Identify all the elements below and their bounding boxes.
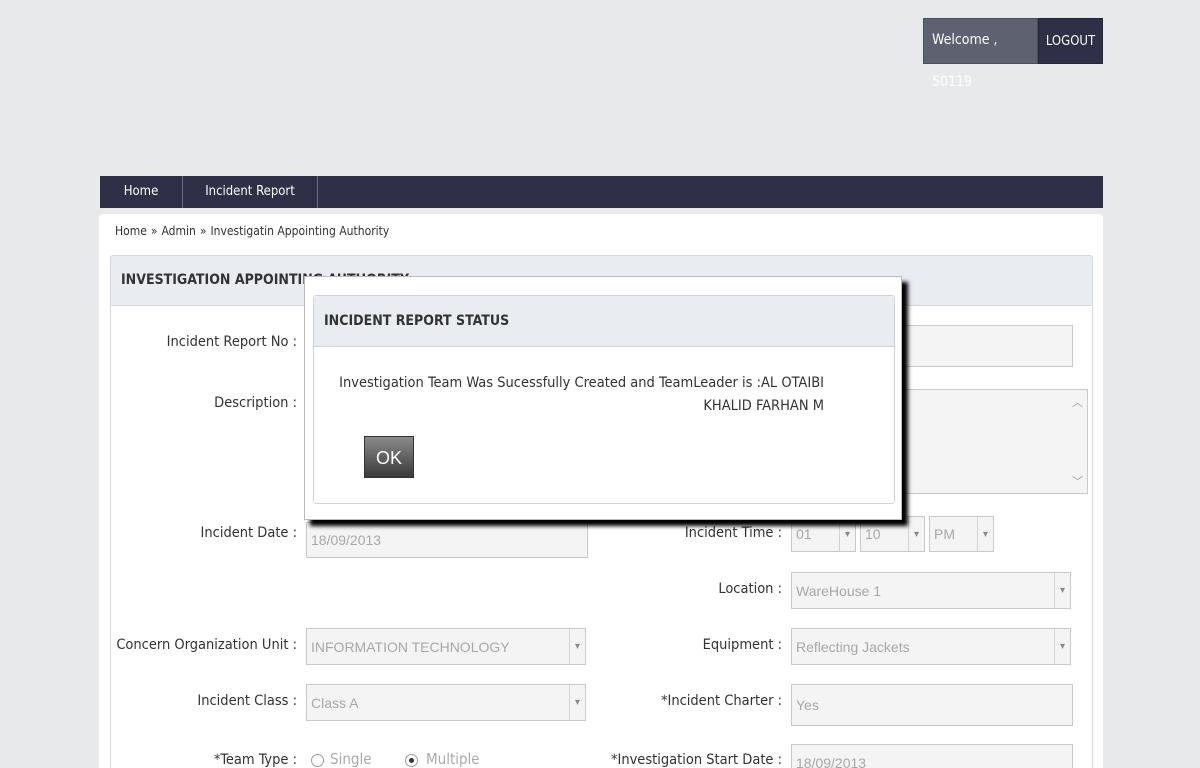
nav-incident-report[interactable]: Incident Report — [183, 176, 318, 208]
main-nav: Home Incident Report — [100, 176, 1103, 208]
user-bar: Welcome , 50119 LOGOUT — [923, 18, 1103, 90]
breadcrumb-separator: » — [150, 224, 158, 238]
incident-time-label: Incident Time : — [684, 525, 782, 541]
team-type-label: *Team Type : — [213, 752, 297, 768]
incident-class-value: Class A — [311, 694, 359, 711]
status-message-line-1: Investigation Team Was Sucessfully Creat… — [339, 375, 824, 391]
org-unit-select[interactable]: INFORMATION TECHNOLOGY ▾ — [306, 628, 586, 665]
chevron-down-icon: ▾ — [908, 517, 924, 551]
org-unit-value: INFORMATION TECHNOLOGY — [311, 638, 510, 655]
incident-minute-value: 10 — [865, 526, 881, 542]
ok-button[interactable]: OK — [364, 436, 414, 478]
chevron-down-icon: ▾ — [977, 517, 993, 551]
breadcrumb-separator: » — [199, 224, 207, 238]
status-message-line-2: KHALID FARHAN M — [703, 398, 824, 414]
investigation-start-label: *Investigation Start Date : — [610, 752, 782, 768]
location-select[interactable]: WareHouse 1 ▾ — [791, 572, 1071, 609]
incident-hour-value: 01 — [796, 526, 812, 542]
nav-home[interactable]: Home — [100, 176, 183, 208]
incident-ampm-value: PM — [934, 526, 955, 542]
incident-charter-field[interactable]: Yes — [791, 684, 1073, 726]
status-dialog-panel: INCIDENT REPORT STATUS Investigation Tea… — [313, 295, 895, 504]
breadcrumb-current: Investigatin Appointing Authority — [210, 224, 390, 238]
equipment-select[interactable]: Reflecting Jackets ▾ — [791, 628, 1071, 665]
chevron-down-icon: ▾ — [1054, 573, 1070, 608]
breadcrumb-home[interactable]: Home — [115, 224, 147, 238]
team-type-multiple-label: Multiple — [426, 750, 480, 768]
investigation-start-field[interactable]: 18/09/2013 — [791, 744, 1073, 768]
breadcrumb: Home» Admin» Investigatin Appointing Autho… — [115, 224, 389, 238]
breadcrumb-admin[interactable]: Admin — [162, 224, 196, 238]
incident-class-label: Incident Class : — [197, 693, 297, 709]
incident-charter-value: Yes — [796, 697, 819, 713]
team-type-single-label: Single — [330, 750, 372, 768]
incident-date-label: Incident Date : — [200, 525, 297, 541]
status-dialog: INCIDENT REPORT STATUS Investigation Tea… — [304, 276, 902, 520]
chevron-down-icon: ▾ — [1054, 629, 1070, 664]
incident-date-field[interactable]: 18/09/2013 — [306, 522, 588, 558]
logout-button[interactable]: LOGOUT — [1038, 18, 1103, 64]
location-value: WareHouse 1 — [796, 582, 882, 599]
investigation-start-value: 18/09/2013 — [796, 755, 867, 768]
incident-charter-label: *Incident Charter : — [660, 693, 782, 709]
equipment-label: Equipment : — [702, 637, 782, 653]
status-dialog-title: INCIDENT REPORT STATUS — [324, 313, 510, 329]
scroll-up-icon[interactable]: ︿ — [1072, 394, 1083, 410]
incident-minute-select[interactable]: 10 ▾ — [860, 516, 925, 552]
description-label: Description : — [214, 395, 297, 411]
welcome-text: Welcome , 50119 — [923, 18, 1038, 90]
incident-ampm-select[interactable]: PM ▾ — [929, 516, 994, 552]
equipment-value: Reflecting Jackets — [796, 638, 910, 655]
chevron-down-icon: ▾ — [569, 629, 585, 664]
incident-hour-select[interactable]: 01 ▾ — [791, 516, 856, 552]
incident-report-no-label: Incident Report No : — [166, 334, 297, 350]
scroll-down-icon[interactable]: ﹀ — [1072, 473, 1083, 489]
status-dialog-message: Investigation Team Was Sucessfully Creat… — [336, 372, 824, 418]
status-dialog-header: INCIDENT REPORT STATUS — [314, 296, 894, 347]
incident-date-value: 18/09/2013 — [311, 532, 382, 548]
team-type-multiple-radio[interactable] — [405, 754, 418, 767]
location-label: Location : — [718, 581, 782, 597]
chevron-down-icon: ▾ — [839, 517, 855, 551]
incident-class-select[interactable]: Class A ▾ — [306, 684, 586, 721]
chevron-down-icon: ▾ — [569, 685, 585, 720]
org-unit-label: Concern Organization Unit : — [116, 637, 297, 653]
team-type-single-radio[interactable] — [311, 754, 324, 767]
